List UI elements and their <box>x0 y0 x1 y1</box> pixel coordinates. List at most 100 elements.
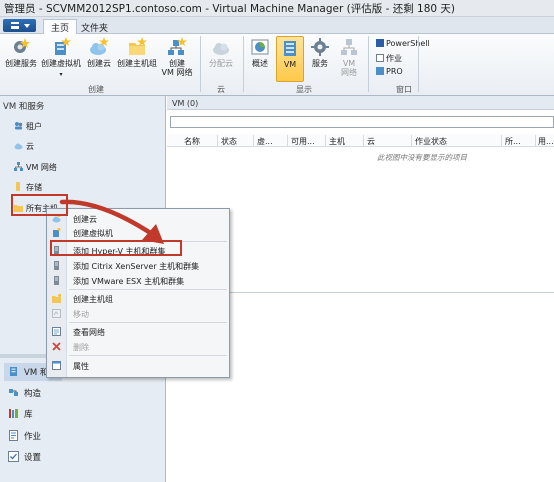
jobs-icon <box>376 54 384 62</box>
column-divider[interactable] <box>325 135 326 146</box>
menu-item-label: 删除 <box>73 343 89 352</box>
nav-item-label: 存储 <box>26 183 42 192</box>
group-divider <box>368 36 369 92</box>
fabric-icon <box>8 387 19 398</box>
workspace-label: 库 <box>24 410 33 420</box>
column-divider[interactable] <box>253 135 254 146</box>
empty-list-message: 此视图中没有要显示的项目 <box>377 153 467 162</box>
nav-item-label: VM 网络 <box>26 163 57 172</box>
move-icon <box>52 309 61 318</box>
service-view-button[interactable]: 服务 <box>308 37 332 68</box>
results-header: VM (0) <box>167 96 554 110</box>
create-vm-icon <box>51 37 71 57</box>
column-divider[interactable] <box>363 135 364 146</box>
jobs-label: 作业 <box>386 54 402 63</box>
create-service-label: 创建服务 <box>5 59 37 68</box>
jobs-button[interactable]: 作业 <box>376 53 402 64</box>
column-host[interactable]: 主机 <box>329 136 345 147</box>
create-host-group-button[interactable]: 创建主机组 <box>116 37 158 68</box>
nav-item-vm-networks[interactable]: VM 网络 <box>14 162 57 173</box>
column-divider[interactable] <box>411 135 412 146</box>
menu-item-label: 添加 Citrix XenServer 主机和群集 <box>73 262 200 271</box>
menu-item-label: 属性 <box>73 362 89 371</box>
workspace-label: 设置 <box>24 453 42 463</box>
column-name[interactable]: 名称 <box>184 136 200 147</box>
column-divider[interactable] <box>501 135 502 146</box>
tab-folder[interactable]: 文件夹 <box>74 20 115 34</box>
workspace-library[interactable]: 库 <box>8 408 33 420</box>
vm-icon <box>280 38 300 58</box>
workspace-jobs[interactable]: 作业 <box>8 430 41 442</box>
menu-item-properties[interactable]: 属性 <box>47 359 229 372</box>
create-cloud-button[interactable]: 创建云 <box>84 37 114 68</box>
group-label-create: 创建 <box>88 85 104 94</box>
menu-icon <box>11 22 19 29</box>
assign-cloud-icon <box>211 37 231 57</box>
column-job-status[interactable]: 作业状态 <box>415 136 447 147</box>
menu-item-label: 创建主机组 <box>73 295 113 304</box>
cloud-icon <box>14 141 23 150</box>
nav-item-clouds[interactable]: 云 <box>14 141 34 152</box>
create-vm-label: 创建虚拟机 <box>41 59 81 68</box>
jobs-icon <box>8 430 19 441</box>
chevron-down-icon <box>24 24 30 28</box>
menu-item-view-network[interactable]: 查看网络 <box>47 325 229 338</box>
column-divider[interactable] <box>217 135 218 146</box>
ribbon-tabs: 主页 文件夹 <box>0 17 554 35</box>
powershell-button[interactable]: PowerShell <box>376 39 430 48</box>
assign-cloud-button[interactable]: 分配云 <box>204 37 238 68</box>
column-divider[interactable] <box>287 135 288 146</box>
create-vm-network-button[interactable]: 创建 VM 网络 <box>160 37 194 77</box>
menu-item-add-vmware[interactable]: 添加 VMware ESX 主机和群集 <box>47 274 229 287</box>
tab-home[interactable]: 主页 <box>43 19 78 35</box>
chevron-down-icon: ▾ <box>59 71 63 78</box>
workspace-label: 作业 <box>24 432 42 442</box>
menu-item-label: 查看网络 <box>73 328 105 337</box>
assign-cloud-label: 分配云 <box>209 59 233 68</box>
menu-item-add-xenserver[interactable]: 添加 Citrix XenServer 主机和群集 <box>47 259 229 272</box>
pro-label: PRO <box>386 67 403 76</box>
search-input[interactable] <box>170 116 554 128</box>
group-divider <box>243 36 244 92</box>
title-bar: 管理员 - SCVMM2012SP1.contoso.com - Virtual… <box>0 0 554 17</box>
file-menu-button[interactable] <box>3 19 36 32</box>
vm-view-button[interactable]: VM <box>276 36 304 82</box>
create-cloud-icon <box>89 37 109 57</box>
column-owner[interactable]: 所... <box>505 136 521 147</box>
nav-header: VM 和服务 <box>3 102 45 112</box>
column-availability[interactable]: 可用... <box>291 136 315 147</box>
workspace-settings[interactable]: 设置 <box>8 451 41 463</box>
menu-separator <box>69 289 227 290</box>
group-label-cloud: 云 <box>217 85 225 94</box>
menu-item-delete[interactable]: 删除 <box>47 340 229 353</box>
create-vm-network-icon <box>167 37 187 57</box>
group-label-show: 显示 <box>296 85 312 94</box>
workspace-fabric[interactable]: 构造 <box>8 387 41 399</box>
group-divider <box>418 36 419 92</box>
pro-button[interactable]: PRO <box>376 67 403 76</box>
nav-item-label: 云 <box>26 142 34 151</box>
column-user[interactable]: 用... <box>538 136 554 147</box>
create-vm-button[interactable]: 创建虚拟机 ▾ <box>40 37 82 79</box>
vm-network-view-button[interactable]: VM 网络 <box>336 37 362 77</box>
column-virtualization[interactable]: 虚... <box>257 136 273 147</box>
overview-icon <box>250 37 270 57</box>
annotation-arrow <box>59 199 164 244</box>
menu-item-create-host-group[interactable]: 创建主机组 <box>47 292 229 305</box>
column-cloud[interactable]: 云 <box>367 136 375 147</box>
menu-separator <box>69 322 227 323</box>
column-status[interactable]: 状态 <box>221 136 237 147</box>
pro-icon <box>376 67 384 75</box>
nav-item-tenants[interactable]: 租户 <box>14 121 42 132</box>
overview-button[interactable]: 概述 <box>248 37 272 68</box>
vm-network-view-label-2: 网络 <box>341 68 357 77</box>
create-service-button[interactable]: 创建服务 <box>4 37 38 68</box>
nav-item-storage[interactable]: 存储 <box>14 182 42 193</box>
group-divider <box>200 36 201 92</box>
column-divider[interactable] <box>535 135 536 146</box>
server-icon <box>52 276 61 285</box>
create-host-group-icon <box>127 37 147 57</box>
create-vm-network-label: 创建 <box>169 59 185 68</box>
menu-item-move[interactable]: 移动 <box>47 307 229 320</box>
service-icon <box>310 37 330 57</box>
